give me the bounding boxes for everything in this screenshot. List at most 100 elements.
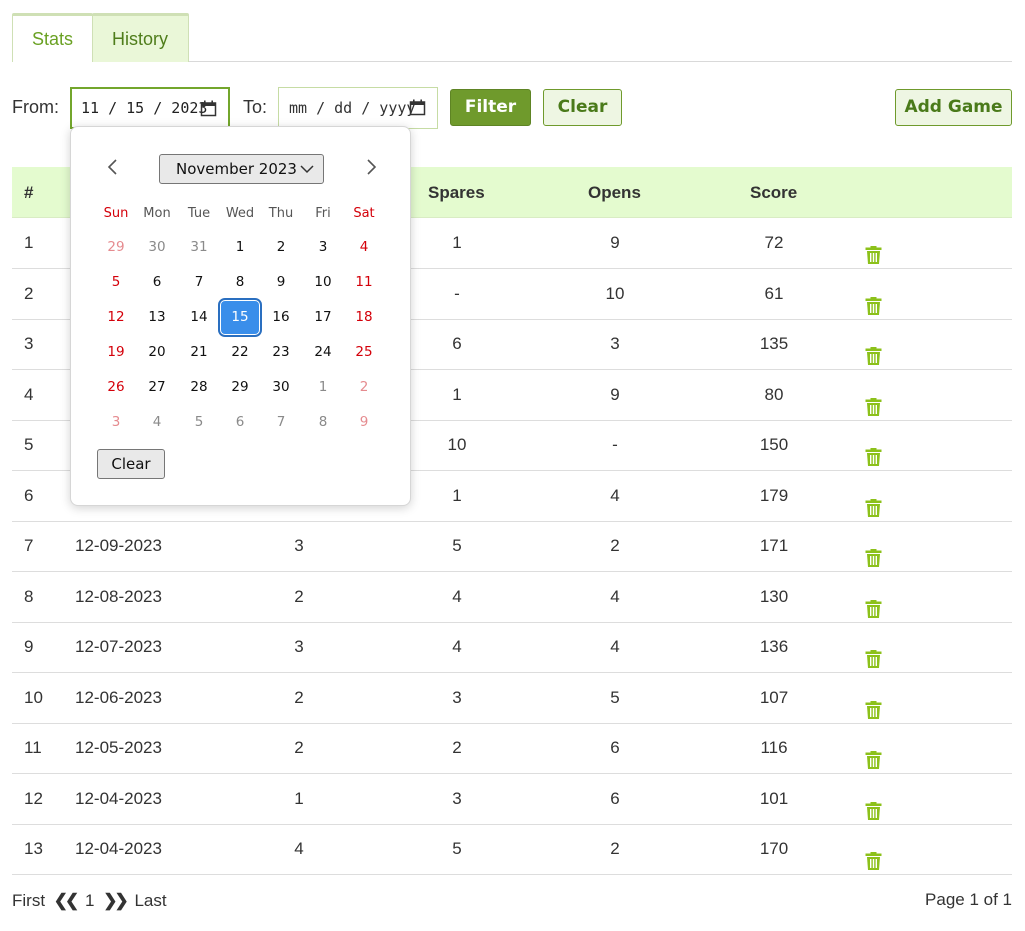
calendar-day[interactable]: 14	[180, 301, 218, 334]
calendar-day[interactable]: 21	[180, 336, 218, 369]
calendar-day[interactable]: 28	[180, 371, 218, 404]
calendar-day[interactable]: 1	[221, 231, 259, 264]
calendar-day[interactable]: 23	[262, 336, 300, 369]
row-score: 80	[764, 384, 784, 404]
calendar-day[interactable]: 11	[345, 266, 383, 299]
calendar-day[interactable]: 12	[97, 301, 135, 334]
calendar-day[interactable]: 29	[221, 371, 259, 404]
table-row: 8 12-08-2023 2 4 4 130	[12, 572, 1012, 623]
row-spares: 4	[452, 637, 462, 656]
calendar-day[interactable]: 27	[138, 371, 176, 404]
filter-button[interactable]: Filter	[450, 89, 531, 126]
calendar-day[interactable]: 26	[97, 371, 135, 404]
weekday-label: Tue	[187, 206, 211, 221]
row-opens: 4	[610, 485, 620, 505]
row-date: 12-06-2023	[75, 687, 162, 707]
calendar-day[interactable]: 30	[138, 231, 176, 264]
calendar-day[interactable]: 4	[345, 231, 383, 264]
calendar-day[interactable]: 25	[345, 336, 383, 369]
row-score: 179	[759, 485, 789, 505]
clear-button[interactable]: Clear	[543, 89, 622, 126]
table-row: 10 12-06-2023 2 3 5 107	[12, 673, 1012, 724]
row-date: 12-09-2023	[75, 536, 162, 555]
table-row: 9 12-07-2023 3 4 4 136	[12, 622, 1012, 673]
calendar-clear-button[interactable]: Clear	[97, 449, 165, 479]
calendar-day[interactable]: 7	[180, 266, 218, 299]
row-opens: 9	[610, 233, 620, 252]
trash-icon[interactable]	[865, 386, 882, 416]
calendar-day[interactable]: 6	[138, 266, 176, 299]
calendar-icon[interactable]	[200, 100, 217, 117]
calendar-day[interactable]: 4	[138, 406, 176, 439]
header-spares: Spares	[428, 183, 485, 202]
calendar-day[interactable]: 2	[345, 371, 383, 404]
trash-icon[interactable]	[865, 436, 882, 466]
calendar-day[interactable]: 20	[138, 336, 176, 369]
trash-icon[interactable]	[865, 790, 882, 820]
calendar-day[interactable]: 17	[304, 301, 342, 334]
calendar-day[interactable]: 1	[304, 371, 342, 404]
trash-icon[interactable]	[865, 739, 882, 769]
tab-history[interactable]: History	[92, 13, 189, 62]
from-label: From:	[12, 97, 59, 117]
row-number: 9	[24, 637, 34, 656]
trash-icon[interactable]	[865, 335, 882, 365]
current-page[interactable]: 1	[85, 891, 94, 911]
calendar-day[interactable]: 16	[262, 301, 300, 334]
trash-icon[interactable]	[865, 689, 882, 719]
last-page-link[interactable]: Last	[134, 891, 166, 911]
calendar-day[interactable]: 2	[262, 231, 300, 264]
from-date-input[interactable]: 11 / 15 / 2023	[70, 87, 230, 129]
calendar-day[interactable]: 9	[262, 266, 300, 299]
calendar-day[interactable]: 7	[262, 406, 300, 439]
row-opens: 3	[610, 334, 620, 353]
row-number: 6	[24, 485, 34, 505]
calendar-day[interactable]: 8	[304, 406, 342, 439]
month-select[interactable]: November 2023	[159, 154, 324, 184]
add-game-button[interactable]: Add Game	[895, 89, 1012, 126]
table-row: 12 12-04-2023 1 3 6 101	[12, 774, 1012, 825]
calendar-day[interactable]: 30	[262, 371, 300, 404]
calendar-day[interactable]: 9	[345, 406, 383, 439]
tab-stats[interactable]: Stats	[12, 13, 93, 62]
prev-month-icon[interactable]	[103, 157, 123, 177]
row-date: 12-05-2023	[75, 738, 162, 757]
calendar-day[interactable]: 10	[304, 266, 342, 299]
trash-icon[interactable]	[865, 537, 882, 567]
to-date-placeholder: mm / dd / yyyy	[289, 99, 416, 117]
trash-icon[interactable]	[865, 840, 882, 870]
trash-icon[interactable]	[865, 638, 882, 668]
calendar-day[interactable]: 5	[97, 266, 135, 299]
calendar-day[interactable]: 18	[345, 301, 383, 334]
first-page-link[interactable]: First	[12, 891, 45, 911]
calendar-day[interactable]: 8	[221, 266, 259, 299]
calendar-day[interactable]: 31	[180, 231, 218, 264]
calendar-day[interactable]: 15	[218, 298, 262, 337]
calendar-day[interactable]: 3	[304, 231, 342, 264]
calendar-day[interactable]: 24	[304, 336, 342, 369]
to-date-input[interactable]: mm / dd / yyyy	[278, 87, 438, 129]
calendar-day[interactable]: 29	[97, 231, 135, 264]
calendar-day[interactable]: 5	[180, 406, 218, 439]
pagination: First ❮❮ 1 ❯❯ Last	[12, 890, 167, 911]
calendar-icon[interactable]	[409, 99, 426, 116]
calendar-day[interactable]: 3	[97, 406, 135, 439]
trash-icon[interactable]	[865, 588, 882, 618]
weekday-label: Thu	[268, 206, 294, 221]
row-number: 4	[24, 384, 34, 404]
calendar-day[interactable]: 6	[221, 406, 259, 439]
calendar-day[interactable]: 22	[221, 336, 259, 369]
trash-icon[interactable]	[865, 234, 882, 264]
page-info: Page 1 of 1	[925, 890, 1012, 909]
row-score: 135	[759, 334, 789, 353]
calendar-day[interactable]: 19	[97, 336, 135, 369]
trash-icon[interactable]	[865, 487, 882, 517]
prev-page-icon[interactable]: ❮❮	[54, 891, 79, 911]
calendar-day[interactable]: 13	[138, 301, 176, 334]
trash-icon[interactable]	[865, 285, 882, 315]
next-page-icon[interactable]: ❯❯	[103, 891, 128, 911]
weekday-label: Fri	[315, 206, 331, 221]
next-month-icon[interactable]	[361, 157, 381, 177]
row-number: 3	[24, 334, 34, 353]
row-opens: 10	[605, 283, 625, 303]
